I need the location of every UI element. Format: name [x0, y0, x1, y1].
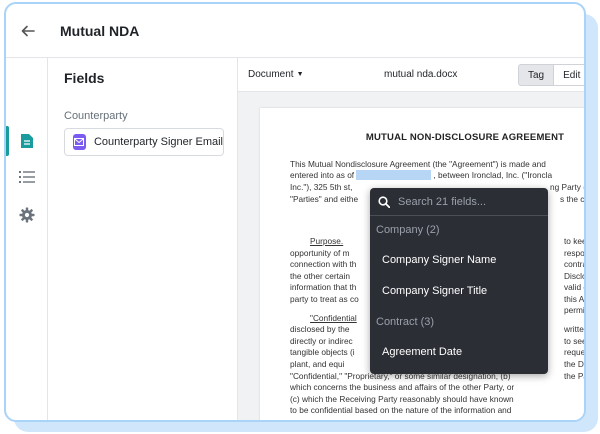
doc-line: respons: [564, 248, 584, 258]
doc-line: disclosed by the: [290, 324, 350, 334]
doc-line: (c) which the Receiving Party reasonably…: [290, 394, 514, 404]
option-company-signer-title[interactable]: Company Signer Title: [382, 285, 487, 297]
back-button[interactable]: [6, 4, 50, 58]
caret-down-icon: ▼: [296, 71, 304, 78]
group-label-company: Company (2): [376, 224, 440, 236]
group-label-contract: Contract (3): [376, 316, 435, 328]
field-search-dropdown: Search 21 fields... Company (2) Company …: [370, 188, 548, 374]
doc-line: to seek: [564, 336, 584, 346]
app-window: Mutual NDA Fields Counterparty Counterpa…: [4, 2, 586, 422]
document-icon: [21, 134, 33, 148]
doc-line: information that th: [290, 282, 357, 292]
option-company-signer-name[interactable]: Company Signer Name: [382, 254, 496, 266]
rail-item-settings[interactable]: [6, 198, 48, 232]
rail-item-document[interactable]: [6, 124, 48, 158]
document-title: MUTUAL NON-DISCLOSURE AGREEMENT: [365, 132, 565, 143]
arrow-left-icon: [21, 25, 35, 36]
doc-text: entered into as of: [290, 170, 355, 180]
field-search-bar[interactable]: Search 21 fields...: [370, 188, 548, 216]
search-input[interactable]: Search 21 fields...: [398, 196, 486, 208]
doc-line: permitte: [564, 305, 584, 315]
option-agreement-date[interactable]: Agreement Date: [382, 346, 462, 358]
doc-line: valid co: [564, 282, 584, 292]
doc-line: the Parti: [564, 371, 584, 381]
fields-title: Fields: [64, 70, 105, 86]
document-toolbar: Document ▼ mutual nda.docx Tag Edit: [238, 58, 584, 92]
doc-line: requeste: [564, 347, 584, 357]
document-menu[interactable]: Document ▼: [248, 69, 304, 80]
document-menu-label: Document: [248, 69, 294, 80]
search-icon: [378, 195, 390, 208]
section-label-counterparty: Counterparty: [64, 110, 128, 122]
doc-line: directly or indirec: [290, 336, 353, 346]
doc-line: Disclosi: [564, 271, 584, 281]
doc-line: which concerns the business and affairs …: [290, 382, 515, 392]
doc-line: s the cas: [560, 194, 584, 204]
doc-line: entered into as of xxxxxxxxxxxxxxxxxx , …: [290, 170, 552, 182]
doc-line: ng Party (: [550, 182, 584, 192]
doc-line: opportunity of m: [290, 248, 350, 258]
gear-icon: [19, 207, 35, 223]
doc-line: this Agre: [564, 294, 584, 304]
doc-line: This Mutual Nondisclosure Agreement (the…: [290, 159, 546, 169]
tag-button[interactable]: Tag: [518, 64, 555, 86]
doc-line: the Disc: [564, 359, 584, 369]
fields-panel: Fields Counterparty Counterparty Signer …: [48, 58, 238, 420]
doc-line: Inc."), 325 5th st,: [290, 182, 353, 192]
field-chip-counterparty-signer-email[interactable]: Counterparty Signer Email: [64, 128, 224, 156]
doc-line: tangible objects (i: [290, 347, 355, 357]
doc-line: contract: [564, 259, 584, 269]
doc-line: "Parties" and eithe: [290, 194, 359, 204]
left-rail: [6, 58, 48, 420]
doc-heading-purpose: Purpose.: [310, 236, 344, 246]
doc-line: connection with th: [290, 259, 357, 269]
doc-line: party to treat as co: [290, 294, 359, 304]
highlighted-selection[interactable]: xxxxxxxxxxxxxxxxxx: [356, 170, 432, 180]
rail-item-list[interactable]: [6, 160, 48, 194]
field-chip-label: Counterparty Signer Email: [93, 136, 223, 148]
mode-toggle: Tag Edit: [518, 64, 584, 86]
doc-heading-confidential: "Confidential: [310, 313, 357, 323]
page-title: Mutual NDA: [60, 22, 140, 39]
doc-line: written: [564, 324, 584, 334]
doc-line: plant, and equi: [290, 359, 345, 369]
doc-line: the other certain: [290, 271, 350, 281]
doc-line: to be confidential based on the nature o…: [290, 405, 512, 415]
doc-line: to keep: [564, 236, 584, 246]
top-bar: Mutual NDA: [6, 4, 584, 58]
edit-button[interactable]: Edit: [554, 64, 584, 86]
doc-text: , between Ironclad, Inc. ("Ironcla: [433, 170, 553, 180]
email-icon: [73, 134, 86, 150]
document-filename: mutual nda.docx: [384, 69, 458, 80]
list-icon: [19, 171, 35, 183]
